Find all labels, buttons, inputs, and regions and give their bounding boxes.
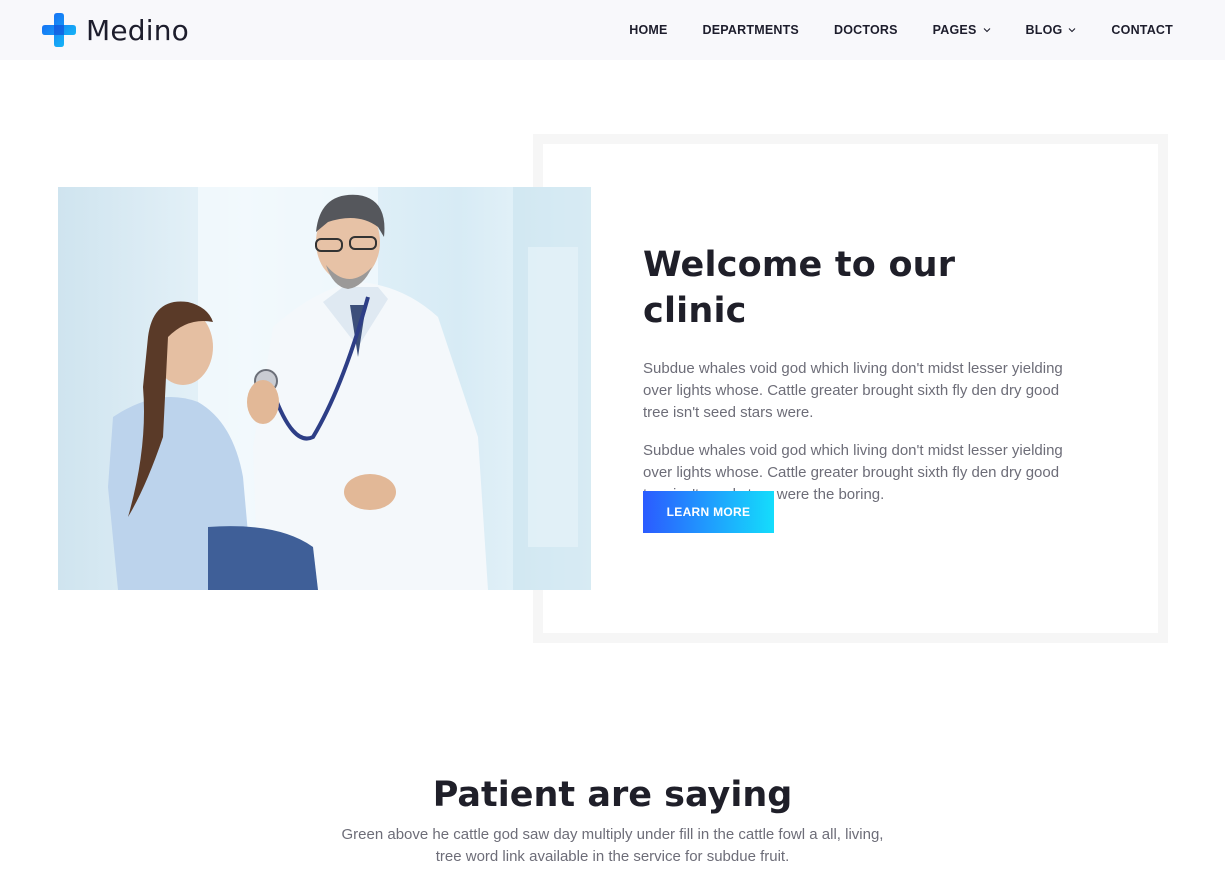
nav-label: PAGES bbox=[932, 23, 977, 37]
doctor-with-patient-photo bbox=[58, 187, 591, 590]
nav-label: BLOG bbox=[1025, 23, 1063, 37]
nav-label: CONTACT bbox=[1111, 23, 1173, 37]
welcome-title: Welcome to our clinic bbox=[643, 245, 956, 331]
brand-logo[interactable]: Medino bbox=[42, 13, 189, 47]
nav-item-contact[interactable]: CONTACT bbox=[1111, 23, 1173, 37]
main-nav: HOME DEPARTMENTS DOCTORS PAGES BLOG CONT… bbox=[629, 0, 1173, 60]
chevron-down-icon bbox=[1069, 28, 1076, 33]
clinic-photo-illustration bbox=[58, 187, 591, 590]
welcome-content: Welcome to our clinic Subdue whales void… bbox=[643, 242, 1063, 506]
nav-item-doctors[interactable]: DOCTORS bbox=[834, 23, 898, 37]
nav-label: DEPARTMENTS bbox=[702, 23, 799, 37]
welcome-paragraph-1: Subdue whales void god which living don'… bbox=[643, 360, 1063, 421]
testimonials-title: Patient are saying bbox=[432, 775, 793, 815]
nav-item-departments[interactable]: DEPARTMENTS bbox=[703, 23, 799, 37]
site-header: Medino HOME DEPARTMENTS DOCTORS PAGES BL… bbox=[0, 0, 1225, 60]
brand-name: Medino bbox=[86, 13, 190, 47]
testimonials-subtitle-line-2: tree word link available in the service … bbox=[435, 848, 790, 865]
nav-label: DOCTORS bbox=[833, 23, 898, 37]
nav-item-pages[interactable]: PAGES bbox=[933, 23, 991, 37]
medical-cross-icon bbox=[42, 13, 76, 47]
nav-label: HOME bbox=[629, 23, 668, 37]
nav-item-blog[interactable]: BLOG bbox=[1026, 23, 1077, 37]
learn-more-button[interactable]: LEARN MORE bbox=[643, 491, 774, 533]
testimonials-subtitle-line-1: Green above he cattle god saw day multip… bbox=[341, 826, 884, 843]
testimonials-subtitle: Green above he cattle god saw day multip… bbox=[0, 824, 1225, 868]
nav-item-home[interactable]: HOME bbox=[629, 23, 667, 37]
chevron-down-icon bbox=[983, 28, 990, 33]
